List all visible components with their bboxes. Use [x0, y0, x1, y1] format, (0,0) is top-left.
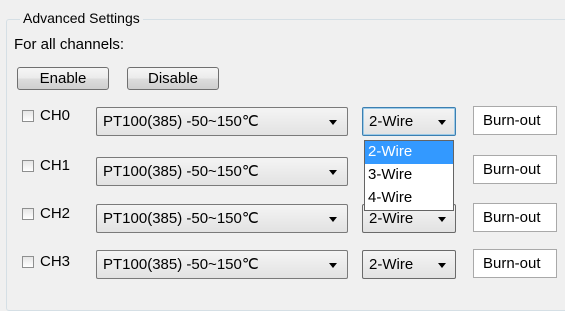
chevron-down-icon — [329, 263, 337, 268]
ch0-checkbox[interactable] — [22, 110, 34, 122]
ch1-burnout-field[interactable]: Burn-out — [473, 155, 557, 184]
disable-button[interactable]: Disable — [127, 67, 219, 90]
ch1-label: CH1 — [40, 157, 71, 174]
ch2-sensor-value: PT100(385) -50~150℃ — [103, 210, 259, 227]
dropdown-option-4-wire[interactable]: 4-Wire — [365, 187, 453, 210]
chevron-down-icon — [438, 120, 446, 125]
ch2-wire-value: 2-Wire — [369, 210, 414, 227]
ch3-sensor-select[interactable]: PT100(385) -50~150℃ — [96, 250, 348, 279]
ch2-sensor-select[interactable]: PT100(385) -50~150℃ — [96, 204, 348, 233]
ch1-sensor-select[interactable]: PT100(385) -50~150℃ — [96, 157, 348, 186]
dropdown-option-3-wire[interactable]: 3-Wire — [365, 164, 453, 187]
ch3-checkbox[interactable] — [22, 256, 34, 268]
ch2-checkbox[interactable] — [22, 208, 34, 220]
chevron-down-icon — [329, 170, 337, 175]
ch0-burnout-field[interactable]: Burn-out — [473, 106, 557, 135]
ch3-sensor-value: PT100(385) -50~150℃ — [103, 256, 259, 273]
for-all-channels-label: For all channels: — [14, 36, 125, 53]
ch0-wire-value: 2-Wire — [369, 113, 414, 130]
ch3-burnout-field[interactable]: Burn-out — [473, 249, 557, 278]
ch3-label: CH3 — [40, 253, 71, 270]
ch3-wire-select[interactable]: 2-Wire — [362, 250, 456, 279]
ch0-wire-select[interactable]: 2-Wire — [362, 107, 456, 136]
ch3-wire-value: 2-Wire — [369, 256, 414, 273]
chevron-down-icon — [329, 120, 337, 125]
ch2-label: CH2 — [40, 205, 71, 222]
ch0-label: CH0 — [40, 107, 71, 124]
ch0-sensor-select[interactable]: PT100(385) -50~150℃ — [96, 107, 348, 136]
ch0-sensor-value: PT100(385) -50~150℃ — [103, 113, 259, 130]
chevron-down-icon — [329, 217, 337, 222]
ch1-sensor-value: PT100(385) -50~150℃ — [103, 163, 259, 180]
group-title: Advanced Settings — [20, 10, 143, 26]
dropdown-option-2-wire[interactable]: 2-Wire — [365, 141, 453, 164]
wire-dropdown-list: 2-Wire 3-Wire 4-Wire — [364, 140, 454, 211]
chevron-down-icon — [438, 263, 446, 268]
chevron-down-icon — [438, 217, 446, 222]
ch1-checkbox[interactable] — [22, 160, 34, 172]
enable-button[interactable]: Enable — [17, 67, 109, 90]
ch2-burnout-field[interactable]: Burn-out — [473, 203, 557, 232]
